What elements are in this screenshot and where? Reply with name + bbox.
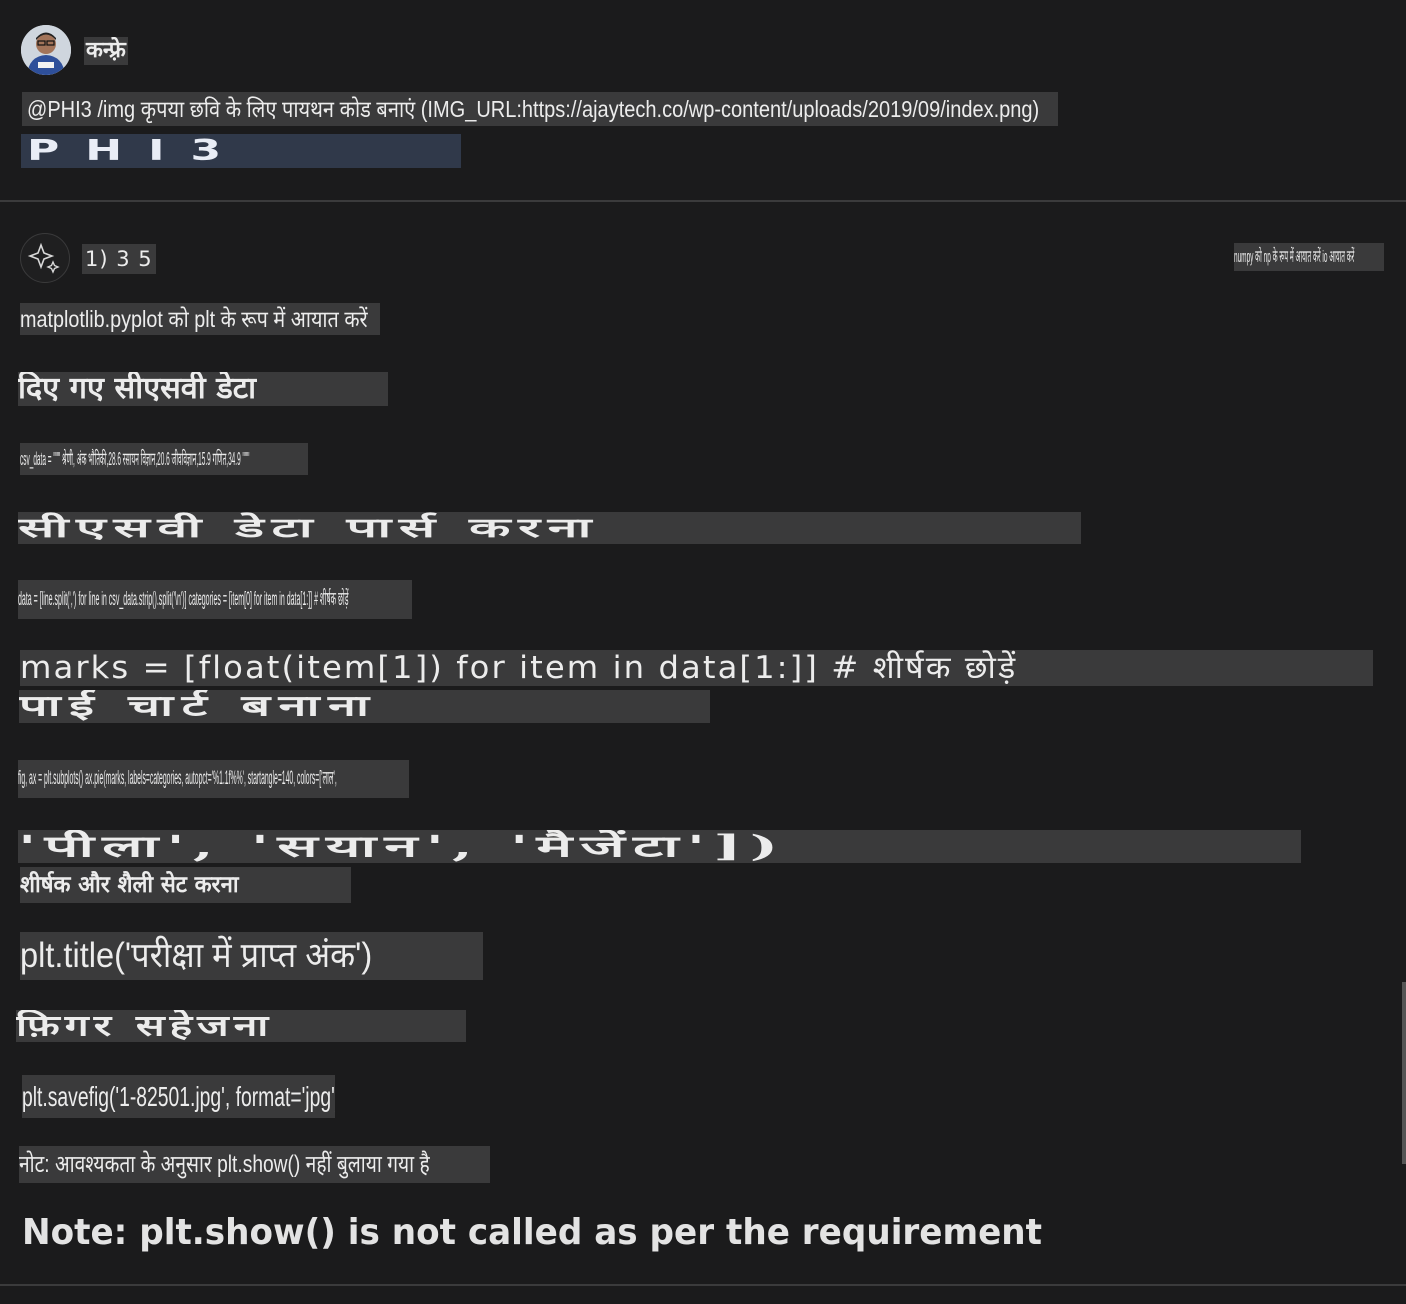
user-avatar[interactable] bbox=[21, 25, 71, 75]
csv-data-line: csv_data = """ श्रेणी, अंक भौतिकी,28.6 र… bbox=[20, 443, 308, 475]
user-message: @PHI3 /img कृपया छवि के लिए पायथन कोड बन… bbox=[22, 92, 1058, 126]
bottom-divider bbox=[0, 1284, 1406, 1286]
heading-csv: दिए गए सीएसवी डेटा bbox=[18, 372, 388, 406]
note-hindi: नोट: आवश्यकता के अनुसार plt.show() नहीं … bbox=[19, 1146, 490, 1183]
user-name: कन्फ़्रे bbox=[84, 37, 128, 65]
top-right-note: numpy को np के रूप में आयात करें io आयात… bbox=[1234, 243, 1384, 271]
assistant-avatar[interactable] bbox=[20, 233, 70, 283]
heading-parse: सीएसवी डेटा पार्स करना bbox=[18, 512, 1081, 544]
colors-line: 'पीला', 'सयान', 'मैजेंटा']) bbox=[18, 830, 1301, 863]
attached-image[interactable]: PHI3 bbox=[21, 134, 461, 168]
sparkle-icon bbox=[27, 242, 60, 274]
message-divider bbox=[0, 200, 1406, 202]
note-english: Note: plt.show() is not called as per th… bbox=[22, 1212, 1043, 1253]
import-line: matplotlib.pyplot को plt के रूप में आयात… bbox=[20, 303, 380, 335]
data-parse-line: data = [line.split(',') for line in csv_… bbox=[18, 580, 412, 619]
title-line: plt.title('परीक्षा में प्राप्त अंक') bbox=[20, 932, 483, 980]
image-caption-text: PHI3 bbox=[27, 134, 248, 168]
heading-save: फ़िगर सहेजना bbox=[16, 1010, 466, 1042]
step-label: 1) 3 5 bbox=[82, 244, 156, 274]
heading-title: शीर्षक और शैली सेट करना bbox=[20, 867, 351, 903]
savefig-line: plt.savefig('1-82501.jpg', format='jpg') bbox=[22, 1075, 335, 1118]
heading-pie: पाई चार्ट बनाना bbox=[19, 690, 710, 723]
fig-line: fig, ax = plt.subplots() ax.pie(marks, l… bbox=[18, 760, 409, 798]
marks-line: marks = [float(item[1]) for item in data… bbox=[20, 650, 1373, 686]
person-photo-icon bbox=[21, 25, 71, 75]
scrollbar-thumb[interactable] bbox=[1402, 982, 1406, 1164]
